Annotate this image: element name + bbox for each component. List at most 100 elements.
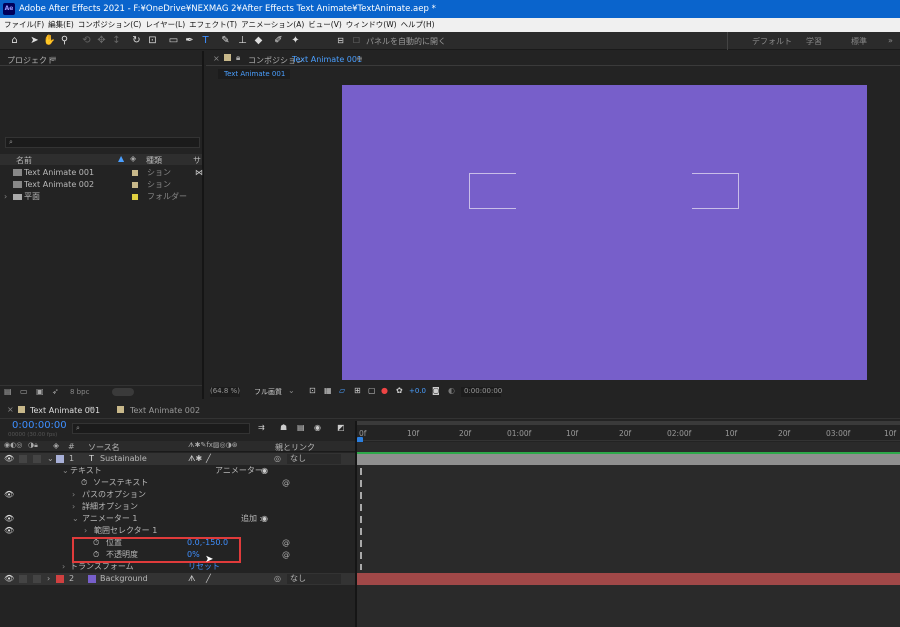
- lock-icon[interactable]: 🔒︎: [236, 53, 240, 63]
- pen-tool-icon[interactable]: ✒: [183, 34, 196, 47]
- motion-blur-icon[interactable]: ◉: [314, 423, 321, 432]
- menu-layer[interactable]: レイヤー(L): [145, 18, 185, 32]
- property-range-selector[interactable]: 👁︎ › 範囲セレクター 1: [0, 525, 355, 537]
- expand-arrow-icon[interactable]: ›: [72, 489, 75, 501]
- close-panel-icon[interactable]: ×: [213, 54, 220, 63]
- add-property-icon[interactable]: ◉: [261, 513, 268, 525]
- snapshot-view-icon[interactable]: ▢: [368, 386, 376, 395]
- close-tab-icon[interactable]: ×: [7, 405, 14, 414]
- switches-icons[interactable]: ᗑ✱✎fx▨◎◑⊛: [188, 441, 238, 450]
- dolly-camera-icon[interactable]: ↕: [110, 34, 123, 47]
- pickwhip-icon[interactable]: ◎: [274, 573, 281, 585]
- anchor-point-tool-icon[interactable]: ⊡: [146, 34, 159, 47]
- comp-flow-tab[interactable]: Text Animate 001: [218, 69, 290, 79]
- lock-toggle[interactable]: [33, 575, 41, 583]
- label-color-swatch[interactable]: [132, 170, 138, 176]
- magnification-dropdown[interactable]: (64.8 %): [210, 387, 240, 397]
- expression-spiral-icon[interactable]: @: [282, 537, 290, 549]
- trash-icon[interactable]: [112, 388, 134, 396]
- menu-effect[interactable]: エフェクト(T): [189, 18, 237, 32]
- exposure-value[interactable]: +0.0: [409, 387, 426, 395]
- quality-switch-icon[interactable]: ╱: [206, 453, 211, 465]
- current-timecode[interactable]: 0:00:00:00: [12, 420, 67, 431]
- av-features-icon[interactable]: ◉◐◎: [4, 441, 22, 449]
- visibility-eye-icon[interactable]: 👁︎: [4, 453, 14, 465]
- resolution-dropdown[interactable]: フル画質: [254, 387, 282, 397]
- workspace-overflow[interactable]: »: [888, 36, 893, 45]
- menu-animation[interactable]: アニメーション(A): [241, 18, 304, 32]
- layer-duration-bar[interactable]: [357, 573, 900, 585]
- channel-icon[interactable]: ●: [381, 386, 388, 395]
- panel-menu-icon[interactable]: ≡: [50, 54, 57, 63]
- timeline-search-input[interactable]: ⌕: [72, 423, 250, 434]
- layer-row[interactable]: 👁︎ ⌄ 1 T Sustainable ᗑ✱ ╱ ◎ なし: [0, 453, 355, 465]
- menu-composition[interactable]: コンポジション(C): [78, 18, 142, 32]
- panel-menu-icon[interactable]: ≡: [88, 404, 95, 413]
- frame-blending-icon[interactable]: ▤: [297, 423, 305, 432]
- expression-spiral-icon[interactable]: @: [282, 477, 290, 489]
- pickwhip-icon[interactable]: ◎: [274, 453, 281, 465]
- grid-guides-icon[interactable]: ⊞: [354, 386, 361, 395]
- sort-asc-icon[interactable]: ▲: [118, 154, 124, 163]
- time-ruler[interactable]: 0f 10f 20f 01:00f 10f 20f 02:00f 10f 20f…: [357, 421, 900, 441]
- pin-icon[interactable]: ➶: [52, 387, 59, 396]
- expand-arrow-icon[interactable]: ⌄: [62, 465, 69, 477]
- expand-arrow-icon[interactable]: ›: [4, 191, 7, 203]
- menu-file[interactable]: ファイル(F): [4, 18, 44, 32]
- workspace-standard[interactable]: 標準: [851, 36, 867, 47]
- layer-track-area[interactable]: [357, 442, 900, 627]
- composition-canvas[interactable]: [342, 85, 867, 380]
- home-icon[interactable]: ⌂: [8, 34, 21, 47]
- lock-column-icon[interactable]: ◑🔒︎: [28, 441, 38, 450]
- property-animator-1[interactable]: 👁︎ ⌄ アニメーター 1 追加 : ◉: [0, 513, 355, 525]
- show-snapshot-icon[interactable]: ◐: [448, 386, 455, 395]
- stopwatch-icon[interactable]: ⏱︎: [81, 477, 87, 489]
- property-path-options[interactable]: 👁︎ › パスのオプション: [0, 489, 355, 501]
- orbit-camera-icon[interactable]: ⟲: [80, 34, 93, 47]
- layer-name-header[interactable]: ソース名: [88, 442, 120, 453]
- hand-tool-icon[interactable]: ✋: [43, 34, 56, 47]
- region-of-interest-icon[interactable]: ⊡: [309, 386, 316, 395]
- visibility-eye-icon[interactable]: 👁︎: [4, 525, 14, 537]
- auto-open-checkbox-icon[interactable]: ⊟: [334, 34, 347, 47]
- column-type-header[interactable]: 種類: [146, 155, 162, 166]
- resolution-chevron-icon[interactable]: ⌄: [288, 386, 295, 395]
- column-extra-header[interactable]: サ: [193, 155, 201, 166]
- roto-brush-tool-icon[interactable]: ✐: [272, 34, 285, 47]
- transparency-grid-icon[interactable]: ▦: [324, 386, 332, 395]
- column-name-header[interactable]: 名前: [16, 155, 32, 166]
- property-transform[interactable]: › トランスフォーム リセット: [0, 561, 355, 573]
- new-composition-icon[interactable]: ▣: [36, 387, 44, 396]
- menu-view[interactable]: ビュー(V): [308, 18, 341, 32]
- comp-flowchart-icon[interactable]: ⇉: [258, 423, 265, 432]
- menu-help[interactable]: ヘルプ(H): [401, 18, 435, 32]
- quality-switch-icon[interactable]: ╱: [206, 573, 211, 585]
- layer-label-swatch[interactable]: [56, 455, 64, 463]
- project-item[interactable]: Text Animate 001 ション ⋈: [0, 167, 203, 179]
- property-group-text[interactable]: ⌄ テキスト アニメーター : ◉: [0, 465, 355, 477]
- label-color-swatch[interactable]: [132, 194, 138, 200]
- camera-snapshot-icon[interactable]: ◙: [432, 386, 440, 395]
- mask-visibility-icon[interactable]: ▱: [339, 386, 345, 395]
- expand-arrow-icon[interactable]: ›: [47, 573, 50, 585]
- label-column-icon[interactable]: ◈: [53, 441, 59, 450]
- parent-dropdown[interactable]: なし: [287, 454, 341, 464]
- work-area-bar[interactable]: [357, 421, 900, 425]
- label-tag-icon[interactable]: ◈: [130, 154, 136, 163]
- visibility-eye-icon[interactable]: 👁︎: [4, 513, 14, 525]
- collapse-switch-icon[interactable]: ᗑ: [188, 573, 196, 585]
- clone-stamp-tool-icon[interactable]: ⊥: [236, 34, 249, 47]
- property-more-options[interactable]: › 詳細オプション: [0, 501, 355, 513]
- panel-menu-icon[interactable]: ≡: [356, 54, 363, 63]
- shy-layers-icon[interactable]: ☗: [280, 423, 287, 432]
- parent-link-header[interactable]: 親とリンク: [275, 442, 315, 453]
- layer-row[interactable]: 👁︎ › 2 Background ᗑ ╱ ◎ なし: [0, 573, 355, 585]
- pan-camera-icon[interactable]: ✥: [95, 34, 108, 47]
- bit-depth-label[interactable]: 8 bpc: [70, 388, 89, 396]
- selection-tool-icon[interactable]: ➤: [28, 34, 41, 47]
- project-item[interactable]: › 平面 フォルダー: [0, 191, 202, 203]
- property-source-text[interactable]: ⏱︎ ソーステキスト @: [0, 477, 355, 489]
- expand-arrow-icon[interactable]: ⌄: [47, 453, 54, 465]
- interpret-footage-icon[interactable]: ▤: [4, 387, 12, 396]
- rotation-tool-icon[interactable]: ↻: [130, 34, 143, 47]
